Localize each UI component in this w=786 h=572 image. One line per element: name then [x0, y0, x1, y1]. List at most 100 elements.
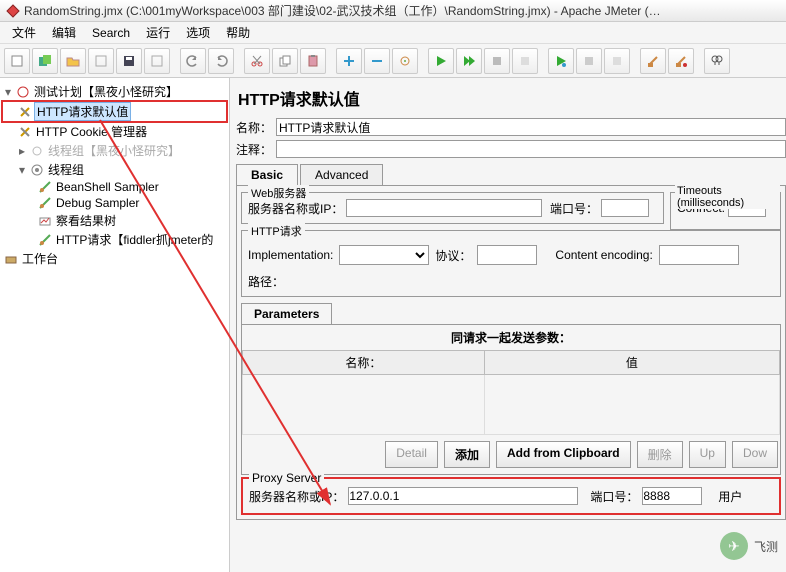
menu-options[interactable]: 选项 — [178, 22, 218, 43]
clear-all-button[interactable] — [668, 48, 694, 74]
down-button[interactable]: Dow — [732, 441, 778, 468]
tree-beanshell[interactable]: BeanShell Sampler — [2, 179, 227, 195]
tree-workbench[interactable]: 工作台 — [2, 249, 227, 268]
proxy-user-label: 用户 — [718, 488, 742, 505]
proxy-port-input[interactable] — [642, 487, 702, 505]
config-tabs: Basic Advanced — [236, 164, 786, 185]
watermark-text: 飞测 — [754, 538, 778, 555]
test-plan-tree[interactable]: ▾ 测试计划【黑夜小怪研究】 HTTP请求默认值 HTTP Cookie 管理器… — [0, 78, 230, 572]
shutdown-button[interactable] — [512, 48, 538, 74]
sampler-icon — [38, 233, 52, 247]
server-input[interactable] — [346, 199, 542, 217]
expand-icon[interactable]: ▾ — [16, 163, 28, 177]
tree-label: HTTP Cookie 管理器 — [34, 123, 149, 140]
run-button[interactable] — [428, 48, 454, 74]
params-title: 同请求一起发送参数： — [242, 325, 780, 350]
toggle-button[interactable] — [392, 48, 418, 74]
add-button[interactable]: 添加 — [444, 441, 490, 468]
tab-advanced[interactable]: Advanced — [300, 164, 383, 185]
threadgroup-icon — [30, 163, 44, 177]
main-split: ▾ 测试计划【黑夜小怪研究】 HTTP请求默认值 HTTP Cookie 管理器… — [0, 78, 786, 572]
threadgroup-icon — [30, 144, 44, 158]
copy-button[interactable] — [272, 48, 298, 74]
tree-cookie-mgr[interactable]: HTTP Cookie 管理器 — [2, 122, 227, 141]
enc-input[interactable] — [659, 245, 739, 265]
tree-view-results[interactable]: 察看结果树 — [2, 211, 227, 230]
name-input[interactable] — [276, 118, 786, 136]
run-nopause-button[interactable] — [456, 48, 482, 74]
saveas-button[interactable] — [144, 48, 170, 74]
redo-button[interactable] — [208, 48, 234, 74]
up-button[interactable]: Up — [689, 441, 726, 468]
remote-shutdown-button[interactable] — [604, 48, 630, 74]
title-bar: RandomString.jmx (C:\001myWorkspace\003 … — [0, 0, 786, 22]
proto-input[interactable] — [477, 245, 537, 265]
impl-label: Implementation: — [248, 248, 333, 262]
menu-file[interactable]: 文件 — [4, 22, 44, 43]
name-label: 名称： — [236, 119, 276, 136]
timeouts-legend: Timeouts (milliseconds) — [675, 185, 780, 209]
impl-select[interactable] — [339, 245, 429, 265]
port-label: 端口号： — [550, 200, 598, 217]
expand-button[interactable] — [336, 48, 362, 74]
expand-icon[interactable]: ▸ — [16, 144, 28, 158]
server-label: 服务器名称或IP： — [248, 200, 343, 217]
http-legend: HTTP请求 — [248, 223, 305, 239]
window-title: RandomString.jmx (C:\001myWorkspace\003 … — [24, 2, 661, 19]
proxy-host-label: 服务器名称或IP： — [249, 488, 344, 505]
comment-input[interactable] — [276, 140, 786, 158]
config-icon — [18, 105, 32, 119]
params-table[interactable]: 名称： 值 — [242, 350, 780, 435]
add-clipboard-button[interactable]: Add from Clipboard — [496, 441, 631, 468]
new-button[interactable] — [4, 48, 30, 74]
menu-search[interactable]: Search — [84, 24, 138, 42]
stop-button[interactable] — [484, 48, 510, 74]
save-button[interactable] — [116, 48, 142, 74]
tree-label: HTTP请求【fiddler抓jmeter的 — [54, 231, 215, 248]
workbench-icon — [4, 252, 18, 266]
tree-debug-sampler[interactable]: Debug Sampler — [2, 195, 227, 211]
timeouts-group: Timeouts (milliseconds) Connect: — [670, 192, 781, 230]
comment-label: 注释： — [236, 141, 276, 158]
sampler-icon — [38, 180, 52, 194]
open-button[interactable] — [60, 48, 86, 74]
tab-basic[interactable]: Basic — [236, 164, 298, 185]
detail-button[interactable]: Detail — [385, 441, 438, 468]
delete-button[interactable]: 删除 — [637, 441, 683, 468]
tree-label: Debug Sampler — [54, 196, 141, 210]
remote-stop-button[interactable] — [576, 48, 602, 74]
tree-threadgroup[interactable]: ▾ 线程组 — [2, 160, 227, 179]
tree-root[interactable]: ▾ 测试计划【黑夜小怪研究】 — [2, 82, 227, 101]
watermark-icon: ✈ — [720, 532, 748, 560]
tab-parameters[interactable]: Parameters — [241, 303, 332, 324]
panel-title: HTTP请求默认值 — [236, 84, 786, 118]
cut-button[interactable] — [244, 48, 270, 74]
app-icon — [6, 4, 20, 18]
proxy-server-group: Proxy Server 服务器名称或IP： 端口号： 用户 — [241, 477, 781, 515]
templates-button[interactable] — [32, 48, 58, 74]
collapse-button[interactable] — [364, 48, 390, 74]
tree-http-request[interactable]: HTTP请求【fiddler抓jmeter的 — [2, 230, 227, 249]
web-legend: Web服务器 — [248, 185, 309, 201]
clear-button[interactable] — [640, 48, 666, 74]
port-input[interactable] — [601, 199, 649, 217]
col-name: 名称： — [243, 351, 485, 375]
search-button[interactable] — [704, 48, 730, 74]
menu-bar: 文件 编辑 Search 运行 选项 帮助 — [0, 22, 786, 44]
undo-button[interactable] — [180, 48, 206, 74]
paste-button[interactable] — [300, 48, 326, 74]
path-label: 路径： — [248, 275, 284, 289]
expand-icon[interactable]: ▾ — [2, 85, 14, 99]
menu-help[interactable]: 帮助 — [218, 22, 258, 43]
watermark: ✈ 飞测 — [720, 532, 778, 560]
listener-icon — [38, 214, 52, 228]
config-panel: HTTP请求默认值 名称： 注释： Basic Advanced Web服务器 … — [230, 78, 786, 572]
tree-http-defaults[interactable]: HTTP请求默认值 — [2, 101, 227, 122]
menu-run[interactable]: 运行 — [138, 22, 178, 43]
proxy-host-input[interactable] — [348, 487, 578, 505]
tree-threadgroup-disabled[interactable]: ▸ 线程组【黑夜小怪研究】 — [2, 141, 227, 160]
close-button[interactable] — [88, 48, 114, 74]
remote-start-button[interactable] — [548, 48, 574, 74]
table-row — [243, 375, 780, 435]
menu-edit[interactable]: 编辑 — [44, 22, 84, 43]
